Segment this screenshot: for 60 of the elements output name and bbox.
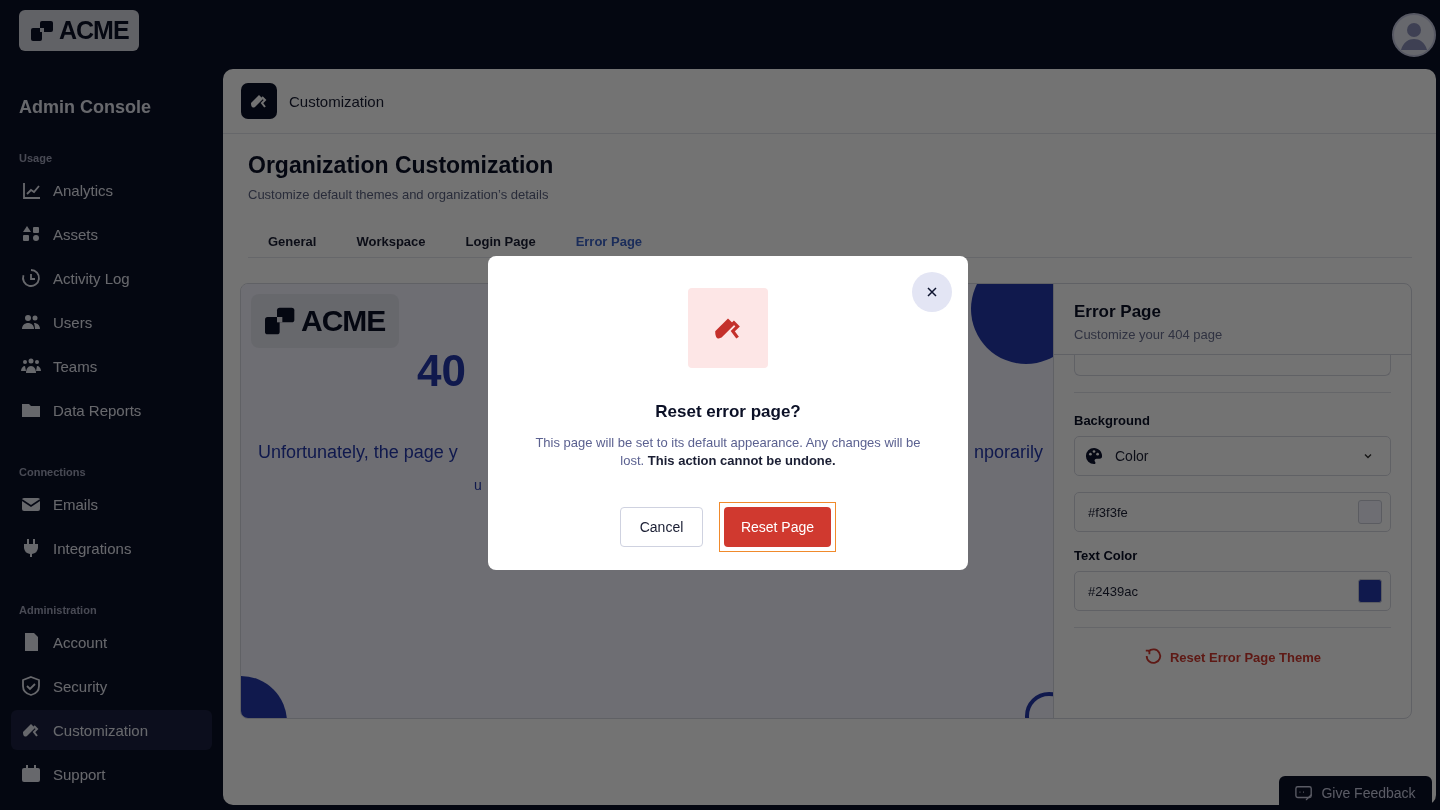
palette-icon [1085,447,1103,465]
tab[interactable]: Login Page [465,234,536,249]
sidebar-item[interactable]: Support [11,754,212,794]
logo-text: ACME [59,16,129,45]
settings-title: Error Page [1074,302,1162,322]
reset-page-button[interactable]: Reset Page [724,507,831,547]
color-input[interactable]: #2439ac [1074,571,1391,611]
color-input[interactable]: #f3f3fe [1074,492,1391,532]
color-swatch[interactable] [1358,500,1382,524]
avatar[interactable] [1392,12,1436,57]
team-icon [21,356,41,376]
tab[interactable]: General [268,234,317,249]
brush-icon [688,288,768,368]
sidebar-item[interactable]: Customization [11,710,212,750]
field-label: Background [1074,413,1151,428]
color-swatch[interactable] [1358,579,1382,603]
reset-theme-link[interactable]: Reset Error Page Theme [1170,649,1321,665]
close-icon[interactable] [912,272,952,312]
tab[interactable]: Error Page [575,234,643,249]
settings-subtitle: Customize your 404 page [1074,327,1224,342]
sidebar-item[interactable]: Account [11,622,212,662]
dialog-title: Reset error page? [655,402,801,422]
sidebar-item[interactable]: Assets [11,214,212,254]
cancel-button[interactable]: Cancel [620,507,703,547]
tab[interactable]: Workspace [356,234,426,249]
chart-icon [21,180,41,200]
users-icon [21,312,41,332]
logo-mark-icon [31,18,55,43]
background-select[interactable]: Color [1074,436,1391,476]
page-title: Organization Customization [248,152,555,179]
reset-icon [1144,648,1162,666]
plug-icon [21,538,41,558]
sidebar-item[interactable]: Data Reports [11,390,212,430]
sidebar-item[interactable]: Activity Log [11,258,212,298]
sidebar-item[interactable]: Emails [11,484,212,524]
logo-text: ACME [301,304,386,338]
error-message: u [474,477,483,493]
feedback-icon [1295,784,1314,802]
sidebar-title: Admin Console [19,97,152,118]
header-title: Customization [289,92,385,110]
brush-icon [241,83,277,119]
sidebar-item[interactable]: Integrations [11,528,212,568]
sidebar-item[interactable]: Users [11,302,212,342]
dialog-message: This page will be set to its default appearance. Any changes will be lost. This action cannot be undone. [534,434,922,470]
sidebar-item[interactable]: Analytics [11,170,212,210]
field-label: Text Color [1074,548,1139,563]
history-icon [21,268,41,288]
page-subtitle: Customize default themes and organization’s details [248,187,550,202]
logo-mark-icon [265,305,297,337]
shield-icon [21,676,41,696]
section-heading: Connections [19,466,87,478]
error-code: 40 [417,346,467,396]
error-message: nporarily [973,442,1043,463]
logo[interactable]: ACME [19,10,139,51]
grid-icon [21,224,41,244]
section-heading: Administration [19,604,98,616]
sidebar-item[interactable]: Security [11,666,212,706]
sidebar-item[interactable]: Teams [11,346,212,386]
error-message: Unfortunately, the page y [258,442,458,463]
section-heading: Usage [19,152,54,164]
